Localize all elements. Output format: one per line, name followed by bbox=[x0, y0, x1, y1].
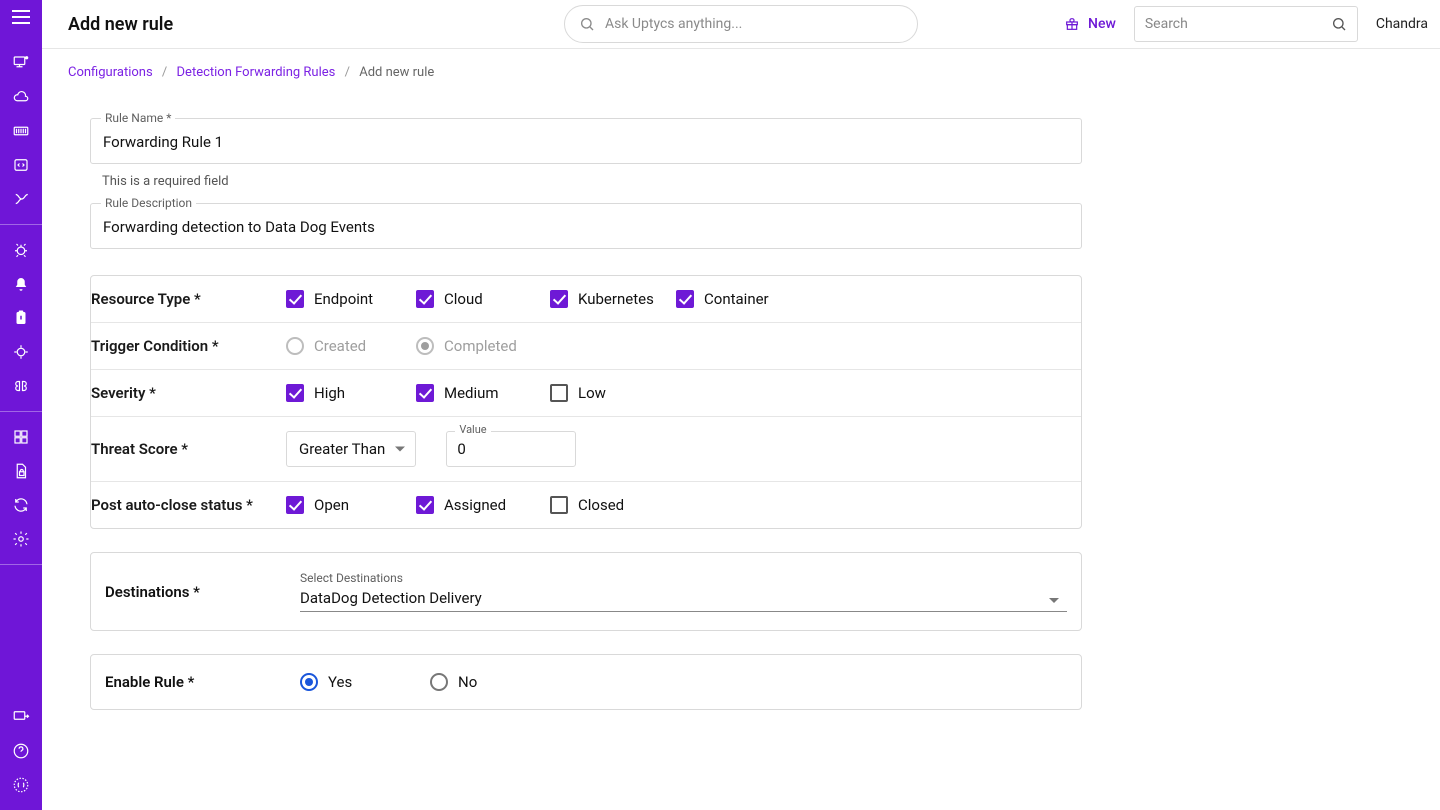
ask-search[interactable]: Ask Uptycs anything... bbox=[564, 5, 918, 43]
config-card: Resource Type * Endpoint Cloud Kubernete… bbox=[90, 275, 1082, 529]
rule-name-field[interactable]: Rule Name * Forwarding Rule 1 bbox=[90, 118, 1082, 164]
help-icon[interactable] bbox=[0, 734, 42, 768]
expand-icon[interactable] bbox=[0, 700, 42, 734]
ask-placeholder: Ask Uptycs anything... bbox=[605, 16, 742, 32]
severity-label: Severity * bbox=[91, 384, 286, 402]
destinations-label: Destinations * bbox=[105, 583, 300, 601]
radio-enable-yes[interactable]: Yes bbox=[300, 673, 430, 691]
topbar: Add new rule Ask Uptycs anything... New … bbox=[42, 0, 1440, 49]
hamburger-menu[interactable] bbox=[12, 10, 30, 24]
checkbox-high[interactable]: High bbox=[286, 384, 416, 402]
bell-icon[interactable] bbox=[0, 267, 42, 301]
resource-type-label: Resource Type * bbox=[91, 290, 286, 308]
checkbox-low[interactable]: Low bbox=[550, 384, 606, 402]
search-input[interactable]: Search bbox=[1134, 6, 1358, 42]
breadcrumb-current: Add new rule bbox=[359, 65, 434, 80]
bug-icon[interactable] bbox=[0, 233, 42, 267]
code-icon[interactable] bbox=[0, 148, 42, 182]
destinations-select[interactable]: Select Destinations DataDog Detection De… bbox=[300, 571, 1067, 612]
destinations-card: Destinations * Select Destinations DataD… bbox=[90, 552, 1082, 631]
rule-description-field[interactable]: Rule Description Forwarding detection to… bbox=[90, 203, 1082, 249]
gift-icon bbox=[1063, 16, 1081, 32]
radio-enable-no[interactable]: No bbox=[430, 673, 477, 691]
dashboard-icon[interactable] bbox=[0, 420, 42, 454]
rule-name-helper: This is a required field bbox=[102, 174, 1426, 189]
barcode-icon[interactable] bbox=[0, 114, 42, 148]
checkbox-open[interactable]: Open bbox=[286, 496, 416, 514]
gear-icon[interactable] bbox=[0, 522, 42, 556]
sidebar bbox=[0, 0, 42, 810]
breadcrumb: Configurations / Detection Forwarding Ru… bbox=[68, 57, 1426, 98]
threat-score-label: Threat Score * bbox=[91, 440, 286, 458]
api-icon[interactable] bbox=[0, 768, 42, 802]
target-icon[interactable] bbox=[0, 335, 42, 369]
breadcrumb-forwarding-rules[interactable]: Detection Forwarding Rules bbox=[177, 65, 336, 80]
radio-completed: Completed bbox=[416, 337, 517, 355]
file-lock-icon[interactable] bbox=[0, 454, 42, 488]
content: Configurations / Detection Forwarding Ru… bbox=[60, 49, 1440, 810]
monitor-icon[interactable] bbox=[0, 46, 42, 80]
breadcrumb-configurations[interactable]: Configurations bbox=[68, 65, 153, 80]
checkbox-medium[interactable]: Medium bbox=[416, 384, 550, 402]
user-name: Chandra bbox=[1376, 16, 1428, 32]
enable-rule-card: Enable Rule * Yes No bbox=[90, 654, 1082, 710]
radio-created: Created bbox=[286, 337, 416, 355]
checkbox-container[interactable]: Container bbox=[676, 290, 769, 308]
clipboard-alert-icon[interactable] bbox=[0, 301, 42, 335]
post-status-label: Post auto-close status * bbox=[91, 496, 286, 514]
rule-description-value: Forwarding detection to Data Dog Events bbox=[103, 218, 1069, 236]
enable-rule-label: Enable Rule * bbox=[105, 673, 300, 691]
search-icon bbox=[579, 16, 595, 32]
checkbox-closed[interactable]: Closed bbox=[550, 496, 624, 514]
sync-icon[interactable] bbox=[0, 488, 42, 522]
flow-icon[interactable] bbox=[0, 182, 42, 216]
page-title: Add new rule bbox=[68, 14, 173, 35]
new-button[interactable]: New bbox=[1063, 16, 1116, 32]
brain-icon[interactable] bbox=[0, 369, 42, 403]
trigger-condition-label: Trigger Condition * bbox=[91, 337, 286, 355]
checkbox-endpoint[interactable]: Endpoint bbox=[286, 290, 416, 308]
checkbox-cloud[interactable]: Cloud bbox=[416, 290, 550, 308]
threat-score-operator[interactable]: Greater Than bbox=[286, 431, 416, 467]
threat-score-value[interactable]: Value 0 bbox=[446, 431, 576, 467]
search-icon bbox=[1331, 16, 1347, 32]
checkbox-assigned[interactable]: Assigned bbox=[416, 496, 550, 514]
rule-name-value: Forwarding Rule 1 bbox=[103, 133, 1069, 151]
cloud-icon[interactable] bbox=[0, 80, 42, 114]
checkbox-kubernetes[interactable]: Kubernetes bbox=[550, 290, 676, 308]
